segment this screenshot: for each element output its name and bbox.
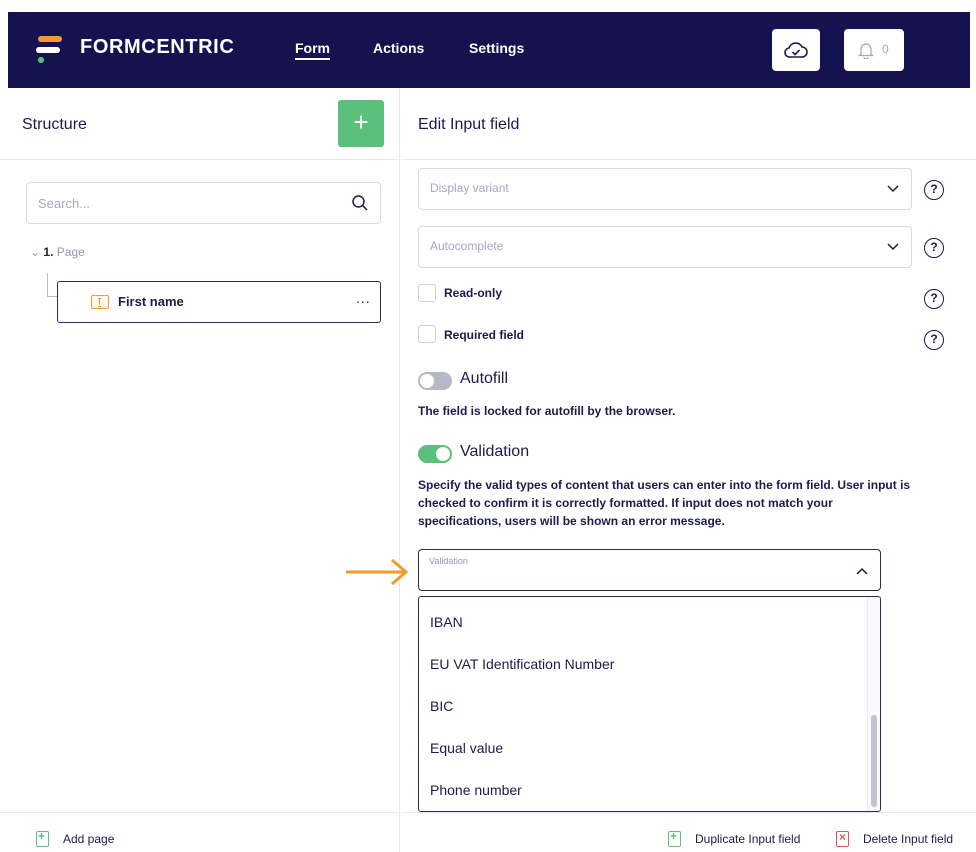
- text-field-icon: [91, 295, 109, 309]
- nav-tab-form[interactable]: Form: [295, 40, 330, 60]
- notification-count: 0: [882, 42, 889, 56]
- duplicate-icon[interactable]: [668, 829, 681, 847]
- option-bic[interactable]: BIC: [430, 698, 453, 714]
- chevron-down-icon: [887, 243, 899, 251]
- notifications-button[interactable]: 0: [844, 29, 904, 71]
- validation-select-label: Validation: [429, 556, 468, 566]
- search-icon[interactable]: [351, 194, 369, 212]
- read-only-label: Read-only: [444, 286, 503, 300]
- required-field-checkbox[interactable]: [418, 325, 436, 343]
- search-input[interactable]: [27, 183, 347, 223]
- tree-page-node[interactable]: ⌄ 1. Page: [30, 245, 85, 259]
- structure-footer: Add page: [0, 812, 399, 852]
- delete-input-field-button[interactable]: Delete Input field: [863, 832, 953, 846]
- autofill-toggle[interactable]: [418, 372, 452, 390]
- annotation-arrow-icon: [346, 558, 409, 586]
- option-iban[interactable]: IBAN: [430, 614, 463, 630]
- formcentric-logo-icon: [36, 33, 66, 73]
- cloud-save-button[interactable]: [772, 29, 820, 71]
- nav-tab-actions[interactable]: Actions: [373, 40, 424, 56]
- help-icon[interactable]: ?: [924, 238, 944, 258]
- structure-header: Structure +: [0, 88, 399, 160]
- edit-title: Edit Input field: [418, 116, 520, 133]
- validation-select[interactable]: Validation: [418, 549, 881, 591]
- help-icon[interactable]: ?: [924, 180, 944, 200]
- chevron-down-icon: [887, 185, 899, 193]
- display-variant-select[interactable]: Display variant: [418, 168, 912, 210]
- structure-panel: Structure + ⌄ 1. Page First name ... Add…: [0, 88, 400, 852]
- option-equal-value[interactable]: Equal value: [430, 740, 503, 756]
- autofill-label: Autofill: [460, 370, 509, 387]
- validation-toggle[interactable]: [418, 445, 452, 463]
- page-label: Page: [56, 245, 85, 259]
- cloud-check-icon: [784, 42, 808, 58]
- validation-description: Specify the valid types of content that …: [418, 478, 911, 528]
- tree-item-label: First name: [118, 294, 184, 309]
- brand-name: FORMCENTRIC: [80, 36, 235, 58]
- page-number: 1.: [43, 245, 54, 259]
- chevron-up-icon: [856, 567, 868, 575]
- tree-item-first-name[interactable]: First name ...: [57, 281, 381, 323]
- trash-icon[interactable]: [836, 830, 849, 847]
- option-phone-number[interactable]: Phone number: [430, 782, 522, 798]
- dropdown-scrollbar-thumb[interactable]: [871, 715, 877, 807]
- search-box: [26, 182, 381, 224]
- structure-title: Structure: [22, 116, 87, 133]
- read-only-checkbox[interactable]: [418, 284, 436, 302]
- display-variant-placeholder: Display variant: [430, 181, 509, 195]
- add-page-button[interactable]: Add page: [63, 832, 114, 846]
- help-icon[interactable]: ?: [924, 289, 944, 309]
- tree-connector: [47, 273, 57, 297]
- app-window: FORMCENTRIC Form Actions Settings 0 Stru…: [0, 0, 976, 852]
- nav-tab-settings[interactable]: Settings: [469, 40, 524, 56]
- edit-header: Edit Input field: [401, 88, 976, 160]
- top-navigation-bar: FORMCENTRIC Form Actions Settings 0: [8, 12, 970, 88]
- required-field-label: Required field: [444, 328, 525, 342]
- edit-footer: Duplicate Input field Delete Input field: [401, 812, 976, 852]
- bell-icon: [858, 43, 874, 59]
- autocomplete-select[interactable]: Autocomplete: [418, 226, 912, 268]
- add-page-icon[interactable]: [36, 829, 49, 847]
- more-options-icon[interactable]: ...: [356, 290, 371, 306]
- add-element-button[interactable]: +: [338, 100, 384, 147]
- validation-label: Validation: [460, 443, 530, 460]
- autofill-description: The field is locked for autofill by the …: [418, 404, 676, 418]
- help-icon[interactable]: ?: [924, 330, 944, 350]
- chevron-down-icon: ⌄: [30, 245, 41, 259]
- duplicate-input-field-button[interactable]: Duplicate Input field: [695, 832, 800, 846]
- edit-panel: Edit Input field Display variant ? Autoc…: [401, 88, 976, 852]
- autocomplete-placeholder: Autocomplete: [430, 239, 504, 253]
- option-eu-vat[interactable]: EU VAT Identification Number: [430, 656, 614, 672]
- validation-dropdown-list: IBAN EU VAT Identification Number BIC Eq…: [418, 596, 881, 812]
